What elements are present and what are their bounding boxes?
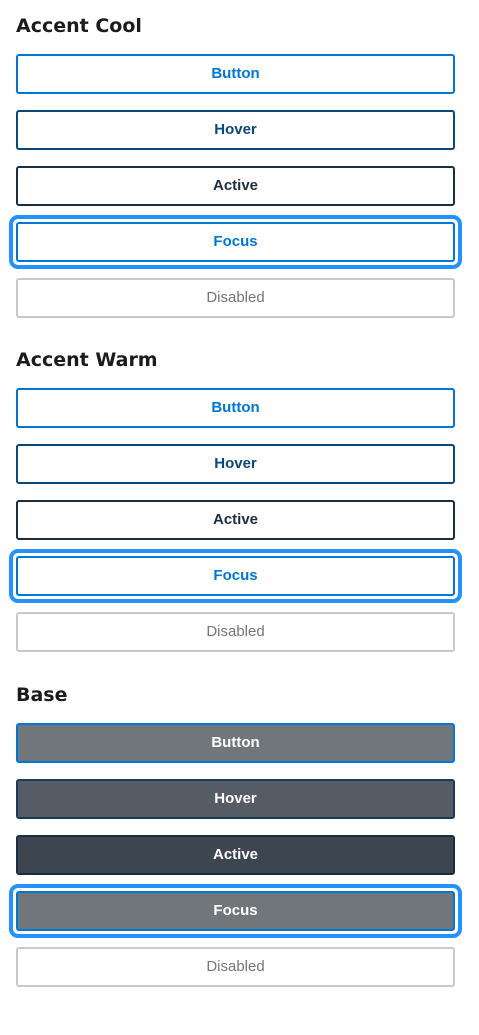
button-row: Active (16, 500, 455, 540)
base-active-button[interactable]: Active (16, 835, 455, 875)
button-row: Disabled (16, 612, 455, 652)
section-title: Base (16, 684, 68, 706)
base-focus-button[interactable]: Focus (16, 891, 455, 931)
button-row: Disabled (16, 278, 455, 318)
section-accent-cool: Accent Cool Button Hover Active Focus Di… (9, 14, 462, 334)
section-base: Base Button Hover Active Focus Disabled (9, 683, 462, 1003)
button-row: Active (16, 166, 455, 206)
button-row: Hover (16, 779, 455, 819)
button-row: Button (16, 388, 455, 428)
button-row: Disabled (16, 947, 455, 987)
button-row: Hover (16, 110, 455, 150)
button-row: Active (16, 835, 455, 875)
base-hover-button[interactable]: Hover (16, 779, 455, 819)
button-row: Button (16, 723, 455, 763)
button-row: Focus (9, 215, 462, 269)
button-row: Focus (9, 549, 462, 603)
accent-warm-focus-button[interactable]: Focus (16, 556, 455, 596)
accent-cool-disabled-button: Disabled (16, 278, 455, 318)
accent-warm-button[interactable]: Button (16, 388, 455, 428)
accent-cool-hover-button[interactable]: Hover (16, 110, 455, 150)
section-title: Accent Cool (16, 15, 142, 37)
button-row: Hover (16, 444, 455, 484)
accent-warm-active-button[interactable]: Active (16, 500, 455, 540)
accent-cool-button[interactable]: Button (16, 54, 455, 94)
accent-warm-hover-button[interactable]: Hover (16, 444, 455, 484)
section-accent-warm: Accent Warm Button Hover Active Focus Di… (9, 348, 462, 668)
section-title: Accent Warm (16, 349, 158, 371)
accent-warm-disabled-button: Disabled (16, 612, 455, 652)
button-row: Button (16, 54, 455, 94)
button-row: Focus (9, 884, 462, 938)
base-button[interactable]: Button (16, 723, 455, 763)
accent-cool-focus-button[interactable]: Focus (16, 222, 455, 262)
accent-cool-active-button[interactable]: Active (16, 166, 455, 206)
base-disabled-button: Disabled (16, 947, 455, 987)
